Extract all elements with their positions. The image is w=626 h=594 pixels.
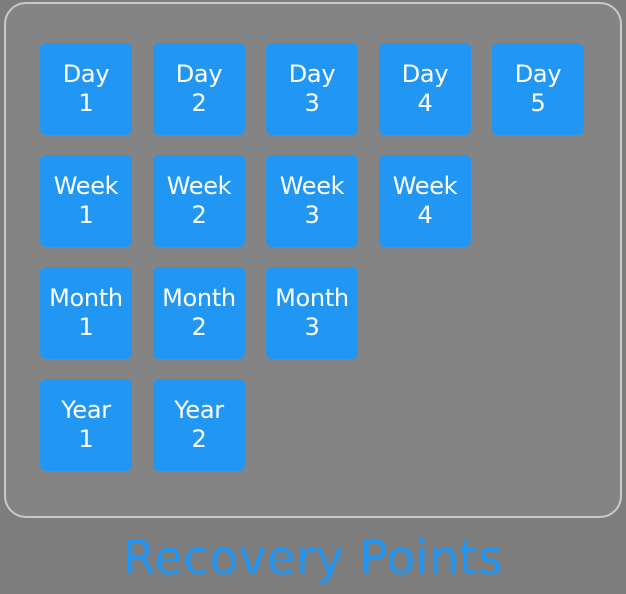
tile-number-label: 4 (417, 201, 433, 229)
tile-number-label: 3 (304, 313, 320, 341)
recovery-point-tile[interactable]: Week 1 (40, 155, 132, 247)
tile-number-label: 3 (304, 201, 320, 229)
tile-number-label: 1 (78, 313, 94, 341)
tile-number-label: 2 (191, 201, 207, 229)
recovery-points-panel: Day 1 Day 2 Day 3 Day 4 Day 5 Week 1 Week 2 Week 3 Week 4… (4, 2, 622, 518)
tile-row-year: Year 1 Year 2 (40, 379, 606, 471)
tile-number-label: 1 (78, 201, 94, 229)
tile-row-day: Day 1 Day 2 Day 3 Day 4 Day 5 (40, 43, 606, 135)
recovery-point-tile[interactable]: Week 2 (153, 155, 245, 247)
tile-number-label: 3 (304, 89, 320, 117)
recovery-point-tile[interactable]: Day 5 (492, 43, 584, 135)
tile-unit-label: Day (288, 59, 336, 88)
tile-number-label: 2 (191, 89, 207, 117)
tile-unit-label: Week (279, 171, 345, 200)
tile-row-week: Week 1 Week 2 Week 3 Week 4 (40, 155, 606, 247)
tile-unit-label: Week (392, 171, 458, 200)
recovery-point-tile[interactable]: Day 1 (40, 43, 132, 135)
recovery-point-tile[interactable]: Week 3 (266, 155, 358, 247)
recovery-point-tile[interactable]: Week 4 (379, 155, 471, 247)
tile-unit-label: Month (49, 283, 123, 312)
tile-unit-label: Month (162, 283, 236, 312)
tile-number-label: 2 (191, 313, 207, 341)
tile-number-label: 1 (78, 425, 94, 453)
recovery-point-tile[interactable]: Month 1 (40, 267, 132, 359)
tile-unit-label: Day (175, 59, 223, 88)
tile-unit-label: Day (514, 59, 562, 88)
tile-unit-label: Year (174, 395, 224, 424)
recovery-points-diagram: Day 1 Day 2 Day 3 Day 4 Day 5 Week 1 Week 2 Week 3 Week 4… (0, 0, 626, 594)
recovery-point-tile[interactable]: Month 3 (266, 267, 358, 359)
tile-number-label: 1 (78, 89, 94, 117)
tile-number-label: 5 (530, 89, 546, 117)
tile-number-label: 4 (417, 89, 433, 117)
tile-unit-label: Year (61, 395, 111, 424)
recovery-point-tile[interactable]: Year 2 (153, 379, 245, 471)
recovery-point-tile[interactable]: Year 1 (40, 379, 132, 471)
tile-unit-label: Week (166, 171, 232, 200)
diagram-caption: Recovery Points (122, 531, 504, 586)
recovery-points-grid: Day 1 Day 2 Day 3 Day 4 Day 5 Week 1 Week 2 Week 3 Week 4… (40, 43, 606, 471)
tile-unit-label: Week (53, 171, 119, 200)
tile-number-label: 2 (191, 425, 207, 453)
recovery-point-tile[interactable]: Day 3 (266, 43, 358, 135)
tile-unit-label: Day (62, 59, 110, 88)
recovery-point-tile[interactable]: Month 2 (153, 267, 245, 359)
recovery-point-tile[interactable]: Day 4 (379, 43, 471, 135)
tile-row-month: Month 1 Month 2 Month 3 (40, 267, 606, 359)
recovery-point-tile[interactable]: Day 2 (153, 43, 245, 135)
tile-unit-label: Month (275, 283, 349, 312)
tile-unit-label: Day (401, 59, 449, 88)
